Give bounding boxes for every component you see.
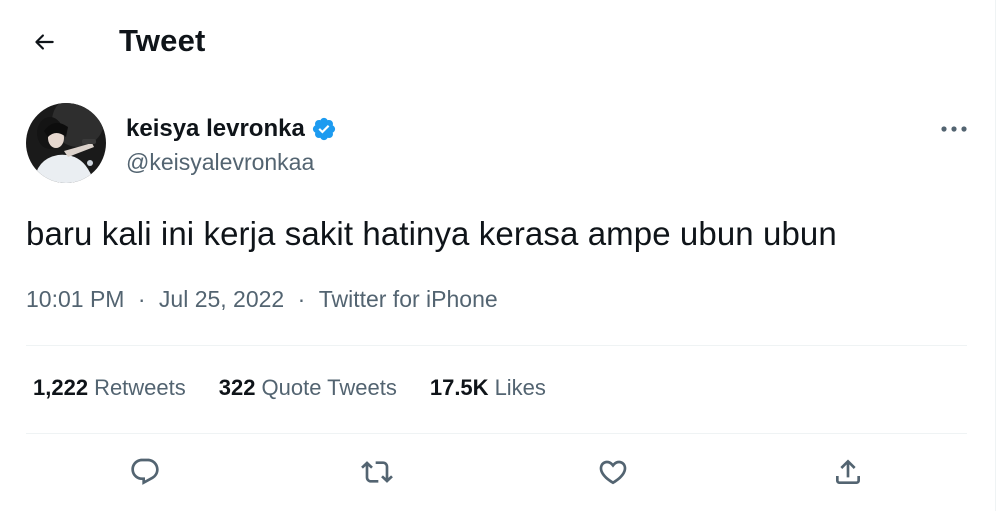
tweet-author: keisya levronka @keisyalevronkaa [26, 103, 971, 187]
share-button[interactable] [826, 450, 870, 494]
more-options-button[interactable] [934, 115, 974, 143]
likes-count: 17.5K [429, 375, 489, 400]
meta-separator: · [297, 286, 306, 312]
meta-separator: · [137, 286, 146, 312]
avatar-photo [26, 103, 106, 183]
verified-badge-icon [311, 116, 337, 142]
tweet-stats: 1,222 Retweets 322 Quote Tweets 17.5K Li… [33, 375, 579, 401]
divider [26, 345, 967, 346]
retweet-button[interactable] [355, 450, 399, 494]
tweet-source[interactable]: Twitter for iPhone [319, 286, 498, 313]
tweet-actions [0, 440, 995, 510]
retweets-label: Retweets [94, 375, 186, 400]
column-border [995, 0, 996, 511]
quote-tweets-count: 322 [218, 375, 256, 400]
like-icon [599, 460, 627, 485]
tweet-time[interactable]: 10:01 PM [26, 286, 124, 313]
likes-stat[interactable]: 17.5K Likes [430, 375, 546, 401]
back-button[interactable] [24, 22, 64, 62]
tweet-date[interactable]: Jul 25, 2022 [159, 286, 284, 313]
tweet-text: baru kali ini kerja sakit hatinya kerasa… [26, 215, 837, 252]
quote-tweets-label: Quote Tweets [261, 375, 397, 400]
avatar[interactable] [26, 103, 106, 183]
reply-icon [131, 458, 159, 485]
top-bar: Tweet [0, 0, 995, 84]
retweet-icon [361, 461, 393, 483]
more-icon [941, 126, 967, 132]
likes-label: Likes [494, 375, 546, 400]
retweets-stat[interactable]: 1,222 Retweets [33, 375, 186, 401]
author-name-text: keisya levronka [126, 115, 305, 142]
retweets-count: 1,222 [33, 375, 89, 400]
author-display-name[interactable]: keisya levronka [126, 115, 337, 143]
quote-tweets-stat[interactable]: 322 Quote Tweets [219, 375, 397, 401]
author-handle[interactable]: @keisyalevronkaa [126, 149, 314, 176]
tweet-meta: 10:01 PM · Jul 25, 2022 · Twitter for iP… [26, 286, 498, 313]
page-title: Tweet [119, 23, 206, 58]
divider [26, 433, 967, 434]
like-button[interactable] [591, 450, 635, 494]
arrow-left-icon [35, 34, 54, 50]
share-icon [836, 459, 860, 484]
reply-button[interactable] [123, 450, 167, 494]
